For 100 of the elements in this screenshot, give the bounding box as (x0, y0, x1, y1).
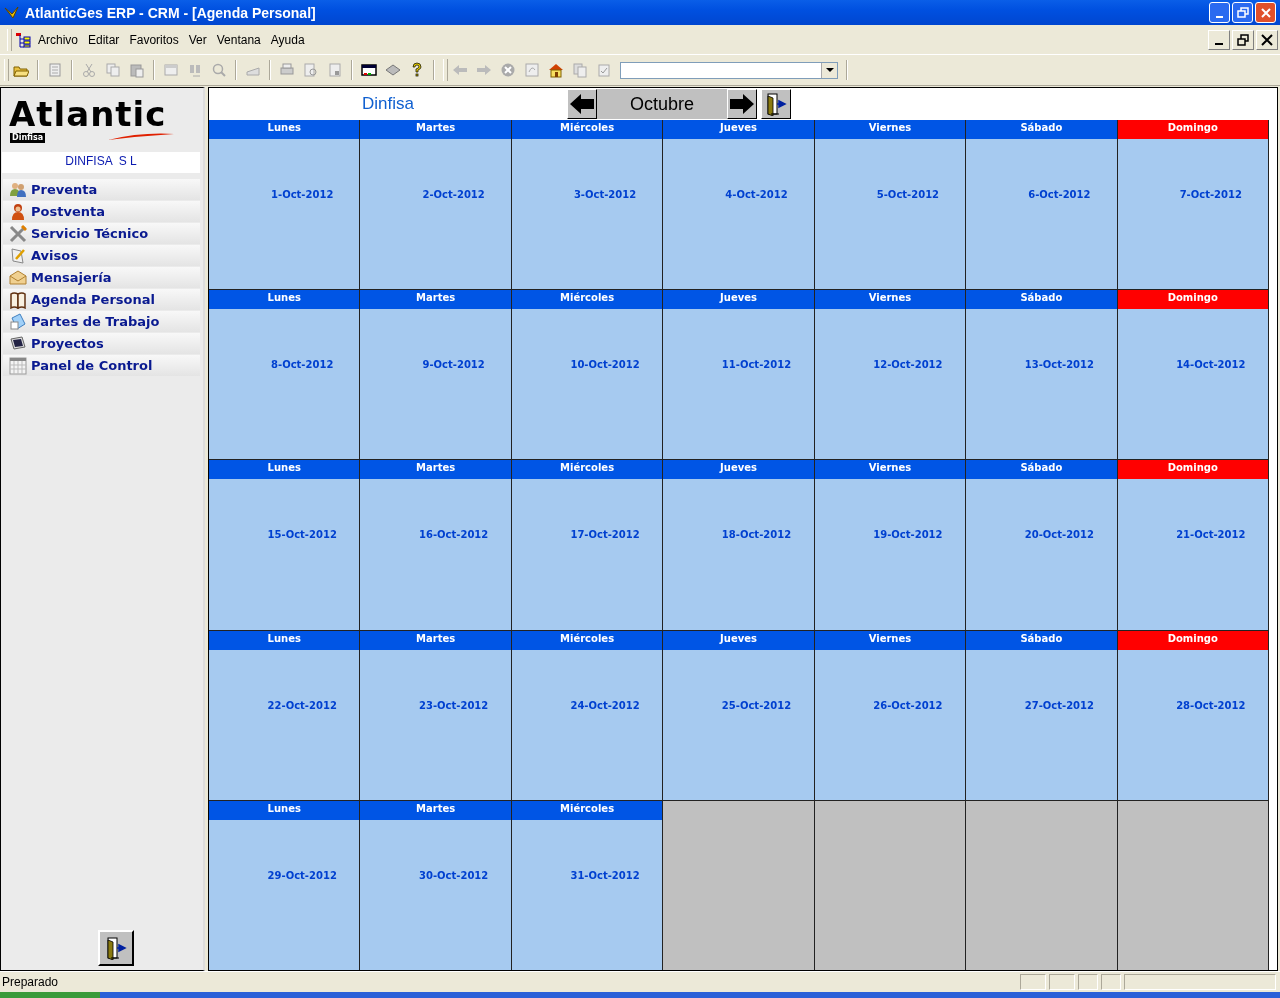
day-cell[interactable]: Miércoles 3-Oct-2012 (511, 120, 663, 290)
day-cell[interactable]: Viernes 19-Oct-2012 (814, 460, 966, 630)
home-icon[interactable] (548, 62, 564, 78)
date-label: 30-Oct-2012 (418, 869, 490, 881)
date-label: 15-Oct-2012 (266, 529, 338, 541)
day-cell[interactable]: Sábado 27-Oct-2012 (966, 630, 1117, 800)
day-cell[interactable]: Lunes 1-Oct-2012 (209, 120, 360, 290)
page-icon[interactable] (327, 62, 343, 78)
sidebar-item[interactable]: Panel de Control (3, 355, 200, 376)
document-icon[interactable] (47, 62, 63, 78)
sidebar-item[interactable]: Preventa (3, 179, 200, 200)
day-cell[interactable]: Miércoles 10-Oct-2012 (511, 290, 663, 460)
date-label: 8-Oct-2012 (270, 359, 335, 371)
monitor-icon[interactable] (361, 62, 377, 78)
sidebar-item[interactable]: Mensajería (3, 267, 200, 288)
sidebar-item[interactable]: Servicio Técnico (3, 223, 200, 244)
day-cell[interactable]: Miércoles 24-Oct-2012 (511, 630, 663, 800)
day-cell[interactable]: Sábado 13-Oct-2012 (966, 290, 1117, 460)
date-label: 20-Oct-2012 (1023, 529, 1095, 541)
day-cell[interactable]: Lunes 15-Oct-2012 (209, 460, 360, 630)
window-icon[interactable] (163, 62, 179, 78)
day-cell[interactable]: Martes 23-Oct-2012 (360, 630, 511, 800)
day-cell[interactable]: Domingo 7-Oct-2012 (1117, 120, 1268, 290)
day-cell[interactable]: Martes 30-Oct-2012 (360, 800, 511, 970)
status-pane (1101, 974, 1121, 990)
stop-icon[interactable] (500, 62, 516, 78)
logo-subtitle: Dinfisa (10, 133, 46, 143)
weekday-header: Jueves (663, 460, 814, 480)
minimize-icon (1215, 42, 1223, 45)
status-pane (1049, 974, 1075, 990)
day-cell[interactable]: Sábado 6-Oct-2012 (966, 120, 1117, 290)
date-label: 14-Oct-2012 (1175, 359, 1247, 371)
day-cell[interactable]: Domingo 14-Oct-2012 (1117, 290, 1268, 460)
date-label: 21-Oct-2012 (1175, 529, 1247, 541)
app-icon (4, 4, 20, 21)
restore-button[interactable] (1232, 29, 1254, 50)
menu-item[interactable]: Ver (183, 32, 212, 47)
day-cell[interactable]: Lunes 8-Oct-2012 (209, 290, 360, 460)
envelope-icon (9, 268, 27, 287)
date-label: 9-Oct-2012 (421, 359, 486, 371)
door-exit-icon (765, 92, 787, 116)
date-label: 27-Oct-2012 (1023, 699, 1095, 711)
date-label: 17-Oct-2012 (569, 529, 641, 541)
printer-icon[interactable] (279, 62, 295, 78)
weekday-header: Miércoles (511, 800, 663, 820)
exit-button[interactable] (761, 89, 791, 119)
minimize-button[interactable] (1208, 29, 1230, 50)
right-arrow-icon[interactable] (476, 62, 492, 78)
menu-item[interactable]: Editar (83, 32, 125, 47)
day-cell[interactable]: Domingo 28-Oct-2012 (1117, 630, 1268, 800)
day-cell[interactable]: Jueves 4-Oct-2012 (663, 120, 814, 290)
menu-item[interactable]: Archivo (33, 32, 83, 47)
date-label: 2-Oct-2012 (421, 189, 486, 200)
weekday-header: Jueves (663, 120, 814, 139)
next-month-button[interactable] (727, 89, 757, 119)
day-cell[interactable]: Domingo 21-Oct-2012 (1117, 460, 1268, 630)
sidebar-item[interactable]: Proyectos (3, 333, 200, 354)
weekday-header: Miércoles (511, 460, 663, 480)
left-arrow-icon[interactable] (452, 62, 468, 78)
exit-button[interactable] (98, 930, 134, 966)
weekday-header: Domingo (1117, 460, 1268, 480)
sidebar-item[interactable]: Avisos (3, 245, 200, 266)
paste-icon[interactable] (129, 62, 145, 78)
menu-item[interactable]: Ayuda (265, 32, 310, 47)
day-cell[interactable]: Martes 16-Oct-2012 (360, 460, 511, 630)
pages-icon[interactable] (572, 62, 588, 78)
document-icon (9, 312, 27, 331)
day-cell[interactable]: Jueves 11-Oct-2012 (663, 290, 814, 460)
day-cell[interactable]: Martes 2-Oct-2012 (360, 120, 511, 290)
close-icon (1259, 6, 1272, 19)
weekday-header: Lunes (209, 460, 360, 480)
previous-month-button[interactable] (567, 89, 597, 119)
date-label: 12-Oct-2012 (872, 359, 944, 371)
help-icon[interactable] (409, 62, 425, 78)
date-label: 16-Oct-2012 (418, 529, 490, 541)
sidebar-item[interactable]: Postventa (3, 201, 200, 222)
sidebar-item[interactable]: Partes de Trabajo (3, 311, 200, 332)
day-cell[interactable]: Miércoles 31-Oct-2012 (511, 800, 663, 970)
day-cell[interactable]: Viernes 5-Oct-2012 (814, 120, 966, 290)
menu-item[interactable]: Favoritos (124, 32, 184, 47)
weekday-header: Viernes (814, 290, 966, 310)
day-cell[interactable]: Lunes 22-Oct-2012 (209, 630, 360, 800)
sidebar-item[interactable]: Agenda Personal (3, 289, 200, 310)
menu-item[interactable]: Ventana (211, 32, 266, 47)
checklist-icon[interactable] (596, 62, 612, 78)
day-cell[interactable]: Lunes 29-Oct-2012 (209, 800, 360, 970)
day-cell[interactable]: Viernes 26-Oct-2012 (814, 630, 966, 800)
day-cell[interactable]: Martes 9-Oct-2012 (360, 290, 511, 460)
day-cell[interactable]: Sábado 20-Oct-2012 (966, 460, 1117, 630)
magnifier-icon[interactable] (211, 62, 227, 78)
close-button[interactable] (1256, 29, 1278, 50)
day-cell[interactable]: Miércoles 17-Oct-2012 (511, 460, 663, 630)
address-combo-box[interactable] (620, 61, 838, 79)
day-cell[interactable]: Jueves 18-Oct-2012 (663, 460, 814, 630)
day-cell[interactable]: Viernes 12-Oct-2012 (814, 290, 966, 460)
copy-icon[interactable] (105, 62, 121, 78)
print-preview-icon[interactable] (303, 62, 319, 78)
day-cell[interactable]: Jueves 25-Oct-2012 (663, 630, 814, 800)
window-title: AtlanticGes ERP - CRM - [Agenda Personal] (25, 4, 317, 21)
scissors-icon[interactable] (81, 62, 97, 78)
